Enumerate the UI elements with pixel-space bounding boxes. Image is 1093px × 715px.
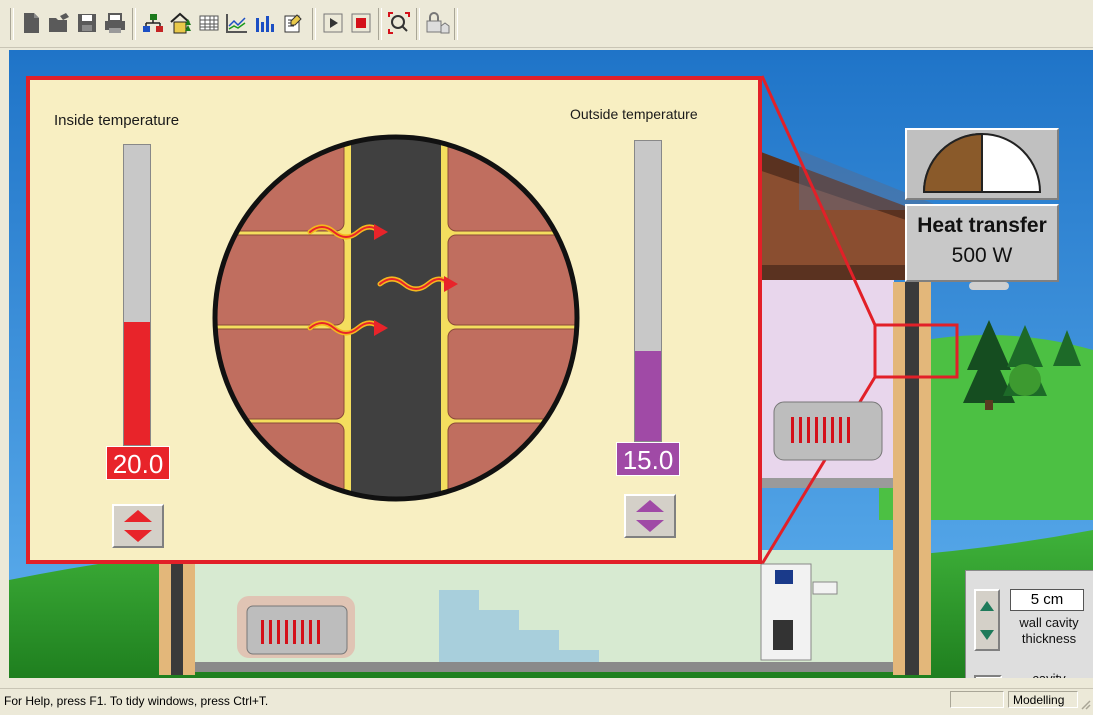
outside-thermometer-fill: [635, 351, 661, 441]
toolbar-separator: [416, 8, 420, 40]
zoom-fit-icon[interactable]: [386, 10, 412, 36]
outside-temp-down-button[interactable]: [626, 516, 674, 536]
outside-thermometer[interactable]: [634, 140, 662, 442]
cavity-thickness-stepper[interactable]: [974, 589, 1000, 651]
network-diagram-icon[interactable]: [140, 10, 166, 36]
toolbar-grip: [10, 8, 14, 40]
status-mode: Modelling: [1008, 691, 1078, 708]
thickness-increase-button[interactable]: [976, 591, 998, 620]
new-file-icon[interactable]: [18, 10, 44, 36]
cavity-thickness-value: 5 cm: [1010, 589, 1084, 611]
cavity-thickness-label-1: wall cavity: [1019, 615, 1079, 630]
inside-temperature-value: 20.0: [106, 446, 170, 480]
toolbar-separator: [454, 8, 458, 40]
open-folder-icon[interactable]: [46, 10, 72, 36]
lock-icon[interactable]: [424, 10, 450, 36]
inside-temperature-label: Inside temperature: [54, 112, 180, 129]
save-icon[interactable]: [74, 10, 100, 36]
upper-radiator: [773, 401, 883, 461]
inside-temp-down-button[interactable]: [114, 526, 162, 546]
outside-temperature-value: 15.0: [616, 442, 680, 476]
toolbar-separator: [312, 8, 316, 40]
inside-thermometer[interactable]: [123, 144, 151, 446]
wall-cross-section: [212, 134, 580, 502]
table-grid-icon[interactable]: [196, 10, 222, 36]
inside-temp-up-button[interactable]: [114, 506, 162, 526]
outer-wall: [893, 282, 905, 675]
house-model-icon[interactable]: [168, 10, 194, 36]
status-cell-empty: [950, 691, 1004, 708]
toolbar-separator: [378, 8, 382, 40]
cavity-insulation-checkbox[interactable]: [974, 675, 1002, 678]
outside-temperature-label: Outside temperature: [570, 106, 698, 122]
notes-edit-icon[interactable]: [280, 10, 306, 36]
print-icon[interactable]: [102, 10, 128, 36]
status-bar: For Help, press F1. To tidy windows, pre…: [0, 688, 1093, 711]
toolbar-separator: [132, 8, 136, 40]
outside-temp-up-button[interactable]: [626, 496, 674, 516]
heat-transfer-title: Heat transfer: [917, 214, 1047, 237]
wall-cavity: [350, 137, 442, 499]
line-graph-icon[interactable]: [224, 10, 250, 36]
cavity-control-panel: 5 cm wall cavity thickness cavity insula…: [965, 570, 1093, 678]
status-help-text: For Help, press F1. To tidy windows, pre…: [4, 694, 269, 708]
thickness-decrease-button[interactable]: [976, 620, 998, 649]
cavity-insulation-label-1: cavity: [1004, 671, 1093, 678]
toolbar: [0, 0, 1093, 48]
play-icon[interactable]: [320, 10, 346, 36]
wall-zoom-panel: Inside temperature Outside temperature 2…: [26, 76, 762, 564]
lower-radiator: [237, 596, 355, 658]
heat-transfer-widget: Heat transfer 500 W: [905, 128, 1059, 284]
resize-grip-icon[interactable]: [1079, 697, 1091, 710]
stop-icon[interactable]: [348, 10, 374, 36]
heat-transfer-value: 500 W: [951, 244, 1013, 267]
cavity-thickness-label-2: thickness: [1021, 631, 1077, 646]
inside-thermometer-fill: [124, 322, 150, 445]
heat-gauge: [905, 128, 1059, 200]
bar-graph-icon[interactable]: [252, 10, 278, 36]
inside-temperature-stepper[interactable]: [112, 504, 164, 548]
outside-temperature-stepper[interactable]: [624, 494, 676, 538]
heat-transfer-readout: Heat transfer 500 W: [905, 204, 1059, 282]
